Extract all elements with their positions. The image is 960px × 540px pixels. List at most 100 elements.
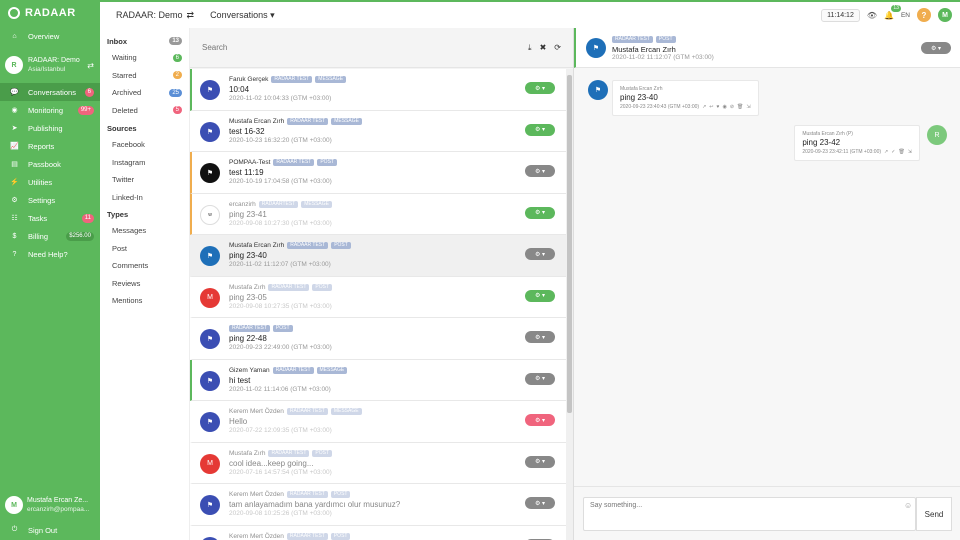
conversation-actions-button[interactable]: ⚙ ▾ xyxy=(525,414,555,426)
filter-deleted[interactable]: Deleted 5 xyxy=(100,102,189,120)
filter-archived[interactable]: Archived 25 xyxy=(100,84,189,102)
sidebar-item-publishing[interactable]: ➤ Publishing xyxy=(0,119,100,137)
assign-icon[interactable]: ⇲ xyxy=(908,149,912,155)
chart-icon: 📈 xyxy=(10,143,19,150)
conversation-header: RADAAR TEST POST xyxy=(229,324,566,333)
sidebar-item-settings[interactable]: ⚙ Settings xyxy=(0,191,100,209)
reply-icon[interactable]: ↩ xyxy=(709,104,713,110)
detail-actions-button[interactable]: ⚙ ▾ xyxy=(921,42,951,54)
sidebar-item-reports[interactable]: 📈 Reports xyxy=(0,137,100,155)
filter-source-linked-in[interactable]: Linked-In xyxy=(100,189,189,207)
filter-count: 25 xyxy=(169,88,182,97)
profile-avatar[interactable]: M xyxy=(938,8,952,22)
eye-icon[interactable]: 👁 xyxy=(867,11,877,20)
sidebar-item-label: Monitoring xyxy=(28,105,64,115)
send-button[interactable]: Send xyxy=(916,497,952,531)
filter-waiting[interactable]: Waiting 6 xyxy=(100,49,189,67)
scrollbar-thumb[interactable] xyxy=(567,75,572,413)
conversation-tag: RADAAR TEST xyxy=(286,532,328,540)
language-selector[interactable]: EN xyxy=(901,12,910,19)
conversation-actions-button[interactable]: ⚙ ▾ xyxy=(525,248,555,260)
emoji-icon[interactable]: ☺ xyxy=(904,501,912,510)
conversation-row[interactable]: ⚑Kerem Mert ÖzdenRADAAR TESTPOST⚙ ▾ xyxy=(190,525,566,540)
current-user[interactable]: M Mustafa Ercan Ze... ercanzirh@pompaa..… xyxy=(0,492,100,518)
trash-icon[interactable]: 🗑 xyxy=(898,149,904,155)
billing-icon: $ xyxy=(12,232,17,240)
inbox-label: Inbox xyxy=(107,36,127,46)
conversation-actions-button[interactable]: ⚙ ▾ xyxy=(525,372,555,385)
sidebar-item-tasks[interactable]: ☷ Tasks 11 xyxy=(0,209,100,227)
sidebar-item-monitoring[interactable]: ◉ Monitoring 99+ xyxy=(0,101,100,119)
conversation-row[interactable]: M Mustafa Zırh RADAAR TEST POST ping 23-05 20… xyxy=(190,276,566,318)
check-icon[interactable]: ✓ xyxy=(891,149,895,155)
gear-icon: ⚙ ▾ xyxy=(534,376,546,382)
conversation-row[interactable]: ⚑ Mustafa Ercan Zırh RADAAR TEST MESSAGE tes… xyxy=(190,110,566,152)
conversation-actions-button[interactable]: ⚙ ▾ xyxy=(525,497,555,509)
conversation-row[interactable]: ⚑ Kerem Mert Özden RADAAR TEST POST tam anla… xyxy=(190,484,566,526)
filter-type-messages[interactable]: Messages xyxy=(100,222,189,240)
filter-label: Comments xyxy=(112,261,149,271)
conversation-actions-button[interactable]: ⚙ ▾ xyxy=(525,123,555,136)
conversation-row[interactable]: ⚑ RADAAR TEST POST ping 22-48 2020-09-23 22:… xyxy=(190,318,566,360)
conversation-row[interactable]: ⚑ POMPAA-Test RADAAR TEST POST test 11:19 202… xyxy=(190,152,566,194)
conversation-tag: POST xyxy=(317,159,337,166)
conversation-header: Mustafa Zırh RADAAR TEST POST xyxy=(229,449,566,458)
detail-header: ⚑ RADAAR TEST POST Mustafa Ercan Zırh 202… xyxy=(574,28,960,68)
conversation-tag: MESSAGE xyxy=(330,408,362,415)
section-dropdown[interactable]: Conversations ▾ xyxy=(210,10,275,21)
conversation-row[interactable]: ⚑ Mustafa Ercan Zırh RADAAR TEST POST ping 2… xyxy=(190,235,566,277)
sidebar-item-billing[interactable]: $ Billing $256.00 xyxy=(0,227,100,245)
flag-icon: ⚑ xyxy=(206,128,214,136)
filter-starred[interactable]: Starred 2 xyxy=(100,67,189,85)
filter-source-facebook[interactable]: Facebook xyxy=(100,136,189,154)
organization-switcher[interactable]: R RADAAR: Demo Asia/Istanbul ⇄ xyxy=(0,52,100,78)
conversation-row[interactable]: ⚑ Kerem Mert Özden RADAAR TEST MESSAGE Hello… xyxy=(190,401,566,443)
list-scrollbar[interactable] xyxy=(566,69,573,540)
sidebar-item-need-help[interactable]: ? Need Help? xyxy=(0,245,100,263)
help-button[interactable]: ? xyxy=(917,8,931,22)
external-link-icon[interactable]: ↗ xyxy=(702,104,706,110)
filter-type-comments[interactable]: Comments xyxy=(100,257,189,275)
search-input[interactable] xyxy=(202,43,529,52)
conversation-actions-button[interactable]: ⚙ ▾ xyxy=(525,165,555,177)
sign-out-button[interactable]: ⏻ Sign Out xyxy=(0,521,100,539)
conversation-text: Mustafa Ercan Zırh RADAAR TEST POST ping 23… xyxy=(229,241,566,268)
flag-icon: ⚑ xyxy=(206,502,214,509)
incoming-text: ping 23-40 xyxy=(620,93,658,102)
conversation-row[interactable]: ⚑ Faruk Gerçek RADAAR TEST MESSAGE 10:04 2020… xyxy=(190,69,566,111)
conversation-actions-button[interactable]: ⚙ ▾ xyxy=(525,82,555,94)
filter-type-post[interactable]: Post xyxy=(100,240,189,258)
filter-type-mentions[interactable]: Mentions xyxy=(100,292,189,310)
filter-source-instagram[interactable]: Instagram xyxy=(100,154,189,172)
heart-icon[interactable]: ♥ xyxy=(716,104,719,110)
sidebar-item-passbook[interactable]: ▤ Passbook xyxy=(0,155,100,173)
external-link-icon[interactable]: ↗ xyxy=(884,149,888,155)
user-info: Mustafa Ercan Ze... ercanzirh@pompaa... xyxy=(27,496,89,514)
conversation-actions-button[interactable]: ⚙ ▾ xyxy=(525,331,555,343)
conversation-row[interactable]: ⚑ Gizem Yaman RADAAR TEST MESSAGE hi test 202… xyxy=(190,359,566,401)
block-icon[interactable]: ⊘ xyxy=(730,104,734,110)
conversation-row[interactable]: M Mustafa Zırh RADAAR TEST POST cool idea...… xyxy=(190,442,566,484)
conversation-actions-button[interactable]: ⚙ ▾ xyxy=(525,206,555,219)
sidebar-item-utilities[interactable]: ⚡ Utilities xyxy=(0,173,100,191)
eye-icon[interactable]: ◉ xyxy=(722,104,726,110)
conversation-row[interactable]: w ercanzirh RADAARTEST MESSAGE ping 23-41 202… xyxy=(190,193,566,235)
sidebar-item-overview[interactable]: ⌂ Overview xyxy=(0,27,100,45)
sidebar-item-conversations[interactable]: 💬 Conversations 6 xyxy=(0,83,100,101)
filter-type-reviews[interactable]: Reviews xyxy=(100,275,189,293)
close-icon[interactable]: ✖ xyxy=(540,43,547,53)
conversation-actions-button[interactable]: ⚙ ▾ xyxy=(525,455,555,468)
refresh-icon[interactable]: ⟳ xyxy=(554,43,561,53)
trash-icon[interactable]: 🗑 xyxy=(737,104,743,110)
notifications-button[interactable]: 🔔 13 xyxy=(884,4,901,20)
assign-icon[interactable]: ⇲ xyxy=(746,104,750,110)
brand[interactable]: RADAAR xyxy=(0,0,100,26)
filter-inbox[interactable]: Inbox 13 xyxy=(100,33,189,49)
conversation-actions-button[interactable]: ⚙ ▾ xyxy=(525,289,555,302)
conversation-header: Kerem Mert Özden RADAAR TEST MESSAGE xyxy=(229,407,566,416)
reply-input[interactable] xyxy=(583,497,916,531)
filter-label: Messages xyxy=(112,226,147,236)
download-icon[interactable]: ⤓ xyxy=(528,43,532,53)
filter-source-twitter[interactable]: Twitter xyxy=(100,171,189,189)
workspace-switcher[interactable]: RADAAR: Demo ⇄ xyxy=(116,10,194,21)
